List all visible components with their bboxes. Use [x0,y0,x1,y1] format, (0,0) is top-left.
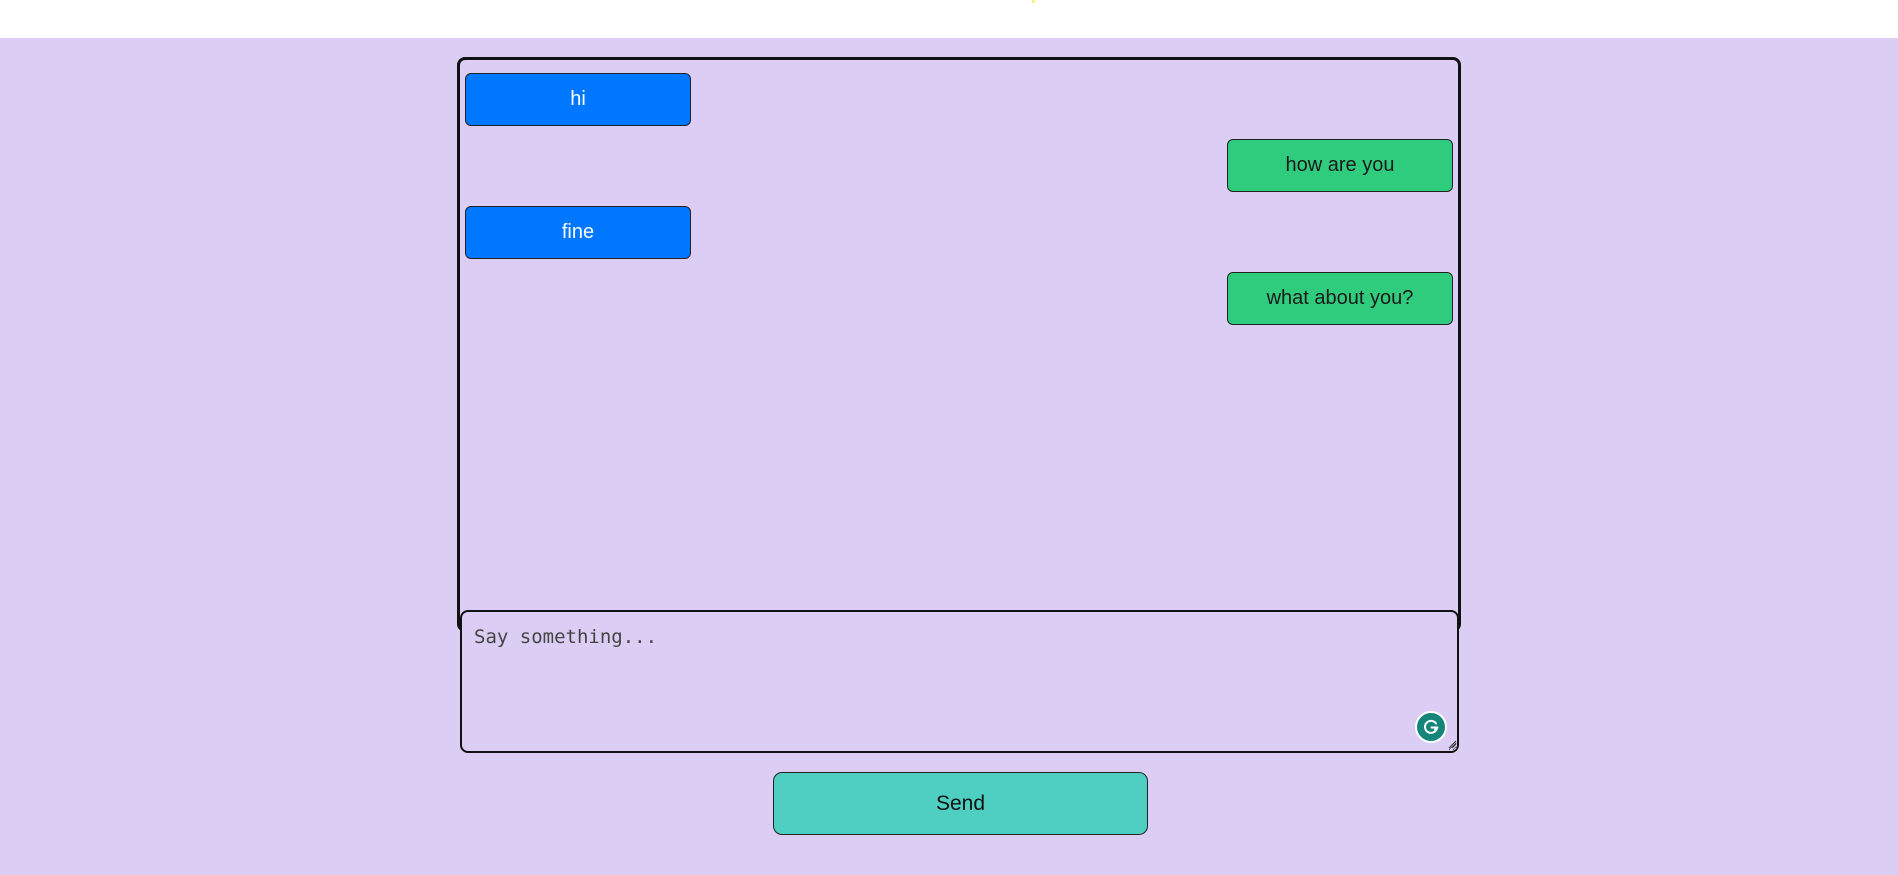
send-button[interactable]: Send [773,772,1148,835]
top-dot-mark [1032,0,1035,3]
message-bubble-left: hi [465,73,691,126]
grammar-check-icon[interactable] [1415,711,1447,743]
chat-window: hi how are you fine what about you? [457,57,1461,632]
message-input[interactable] [460,610,1459,753]
resize-handle-icon[interactable] [1448,740,1457,749]
top-bar [0,0,1898,38]
message-bubble-right: what about you? [1227,272,1453,325]
message-bubble-right: how are you [1227,139,1453,192]
grammar-g-glyph [1424,719,1439,734]
message-bubble-left: fine [465,206,691,259]
